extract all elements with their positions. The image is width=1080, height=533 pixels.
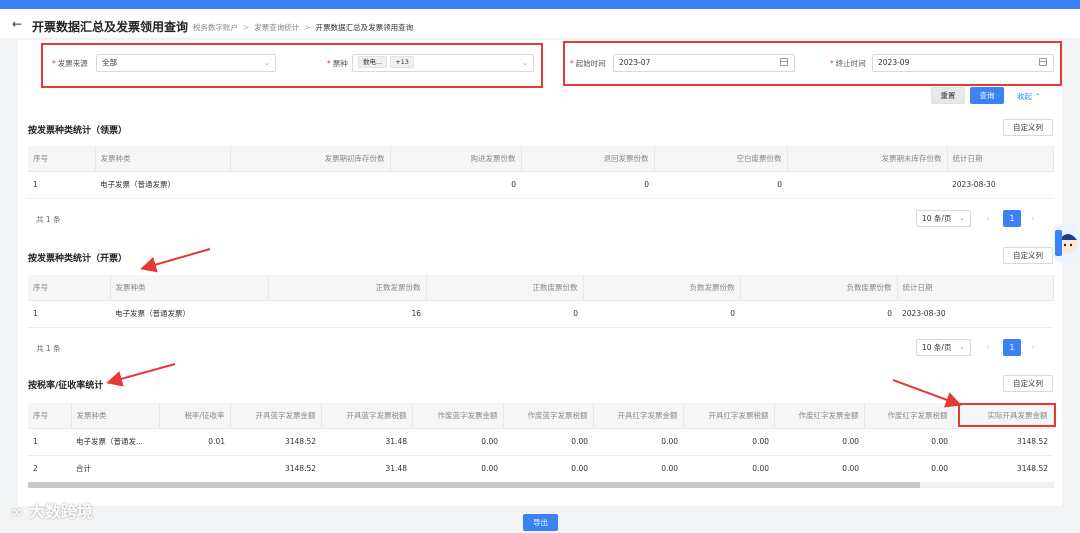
annotation-arrows: [106, 248, 962, 408]
watermark-icon: ∞: [10, 502, 24, 521]
annotation-arrow: [106, 363, 176, 387]
assistant-avatar-icon[interactable]: [1052, 222, 1080, 264]
watermark-text: 大数跨境: [28, 502, 93, 521]
annotation-arrow: [140, 248, 211, 273]
watermark-logo: ∞ 大数跨境: [10, 498, 93, 522]
annotation-arrow: [892, 379, 962, 408]
export-button[interactable]: 导出: [523, 514, 558, 531]
